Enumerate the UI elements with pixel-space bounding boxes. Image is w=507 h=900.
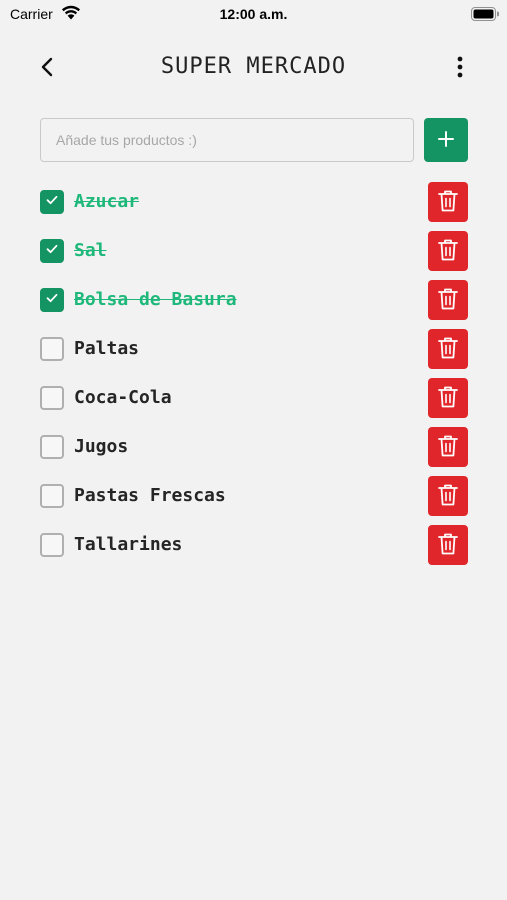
more-options-button[interactable] bbox=[450, 52, 470, 82]
trash-icon bbox=[437, 238, 459, 265]
trash-icon bbox=[437, 385, 459, 412]
item-label: Pastas Frescas bbox=[74, 485, 226, 506]
list-item: Tallarines bbox=[0, 525, 507, 574]
checkmark-icon bbox=[45, 193, 59, 212]
delete-item-button[interactable] bbox=[428, 476, 468, 516]
item-label: Tallarines bbox=[74, 534, 183, 555]
item-checkbox[interactable] bbox=[40, 337, 64, 361]
item-label: Coca-Cola bbox=[74, 387, 172, 408]
status-bar: Carrier 12:00 a.m. bbox=[0, 0, 507, 28]
item-checkbox[interactable] bbox=[40, 386, 64, 410]
item-label: Azucar bbox=[74, 191, 140, 212]
product-list: Azucar Sal Bolsa de Basura Paltas Coca-C… bbox=[0, 182, 507, 574]
page-title: SUPER MERCADO bbox=[160, 54, 347, 79]
trash-icon bbox=[437, 189, 459, 216]
item-label: Jugos bbox=[74, 436, 129, 457]
product-input[interactable] bbox=[40, 118, 414, 162]
list-item: Jugos bbox=[0, 427, 507, 476]
item-checkbox[interactable] bbox=[40, 533, 64, 557]
battery-icon bbox=[471, 7, 500, 26]
trash-icon bbox=[437, 336, 459, 363]
delete-item-button[interactable] bbox=[428, 182, 468, 222]
trash-icon bbox=[437, 483, 459, 510]
item-checkbox[interactable] bbox=[40, 190, 64, 214]
item-label: Bolsa de Basura bbox=[74, 289, 237, 310]
add-product-button[interactable] bbox=[424, 118, 468, 162]
trash-icon bbox=[437, 287, 459, 314]
list-item: Bolsa de Basura bbox=[0, 280, 507, 329]
list-item: Azucar bbox=[0, 182, 507, 231]
delete-item-button[interactable] bbox=[428, 231, 468, 271]
list-item: Sal bbox=[0, 231, 507, 280]
delete-item-button[interactable] bbox=[428, 280, 468, 320]
delete-item-button[interactable] bbox=[428, 427, 468, 467]
checkmark-icon bbox=[45, 242, 59, 261]
status-time: 12:00 a.m. bbox=[219, 6, 288, 22]
app-header: SUPER MERCADO bbox=[0, 44, 507, 90]
item-label: Sal bbox=[74, 240, 107, 261]
trash-icon bbox=[437, 434, 459, 461]
list-item: Pastas Frescas bbox=[0, 476, 507, 525]
list-item: Paltas bbox=[0, 329, 507, 378]
delete-item-button[interactable] bbox=[428, 329, 468, 369]
list-item: Coca-Cola bbox=[0, 378, 507, 427]
checkmark-icon bbox=[45, 291, 59, 310]
item-checkbox[interactable] bbox=[40, 435, 64, 459]
item-label: Paltas bbox=[74, 338, 140, 359]
more-vertical-icon bbox=[450, 56, 470, 86]
item-checkbox[interactable] bbox=[40, 484, 64, 508]
add-product-form bbox=[40, 118, 468, 162]
delete-item-button[interactable] bbox=[428, 378, 468, 418]
plus-icon bbox=[438, 130, 454, 150]
item-checkbox[interactable] bbox=[40, 239, 64, 263]
delete-item-button[interactable] bbox=[428, 525, 468, 565]
trash-icon bbox=[437, 532, 459, 559]
item-checkbox[interactable] bbox=[40, 288, 64, 312]
